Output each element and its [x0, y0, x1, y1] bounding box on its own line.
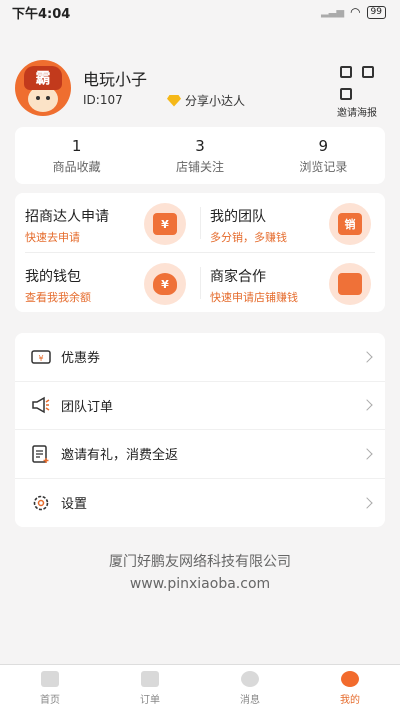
feature-title: 商家合作 — [210, 269, 266, 285]
divider — [200, 267, 201, 299]
feature-my-wallet[interactable]: 我的钱包 查看我我余额 ¥ — [15, 253, 200, 312]
menu-item-coupons[interactable]: ¥ 优惠券 — [15, 333, 385, 382]
menu-label: 设置 — [61, 497, 88, 513]
invite-poster-button[interactable]: 邀请海报 — [333, 66, 381, 119]
chevron-right-icon — [361, 497, 373, 509]
tab-orders[interactable]: 订单 — [100, 665, 200, 711]
message-icon — [241, 671, 259, 687]
bottom-tab-bar: 首页 订单 消息 我的 — [0, 664, 400, 711]
tab-messages[interactable]: 消息 — [200, 665, 300, 711]
sales-tag-icon: 销 — [329, 203, 371, 245]
divider — [25, 252, 375, 253]
stat-followed-shops[interactable]: 3 店铺关注 — [138, 127, 261, 184]
user-badge: 分享小达人 — [167, 92, 245, 109]
menu-label: 优惠券 — [61, 351, 101, 367]
stat-label: 商品收藏 — [52, 160, 101, 174]
stat-label: 店铺关注 — [175, 160, 224, 174]
username: 电玩小子 — [83, 70, 148, 89]
diamond-icon — [167, 94, 181, 107]
gear-icon — [31, 493, 51, 513]
menu-label: 邀请有礼，消费全返 — [61, 448, 179, 464]
tab-mine[interactable]: 我的 — [300, 665, 400, 711]
feature-grid: 招商达人申请 快速去申请 ¥ 我的团队 多分销，多赚钱 销 我的钱包 查看我我余… — [15, 193, 385, 312]
signal-icon: ▂▃▅ — [320, 6, 345, 18]
invite-poster-label: 邀请海报 — [337, 108, 377, 119]
company-website[interactable]: www.pinxiaoba.com — [0, 573, 400, 595]
invite-document-icon — [31, 444, 51, 464]
feature-title: 我的团队 — [210, 209, 266, 225]
badge-label: 分享小达人 — [185, 94, 246, 108]
svg-text:¥: ¥ — [38, 354, 43, 363]
stats-card: 1 商品收藏 3 店铺关注 9 浏览记录 — [15, 127, 385, 184]
status-bar: 下午4:04 ▂▃▅ ◠ 99 — [0, 0, 400, 24]
feature-subtitle: 快速去申请 — [25, 231, 80, 244]
stat-count: 1 — [71, 137, 82, 155]
megaphone-icon — [31, 395, 51, 415]
profile-header: 霸 电玩小子 ID:107 分享小达人 邀请海报 — [15, 60, 385, 119]
status-time: 下午4:04 — [12, 6, 71, 22]
avatar-eye-right — [46, 96, 50, 100]
company-name: 厦门好鹏友网络科技有限公司 — [109, 554, 291, 570]
home-icon — [41, 671, 59, 687]
feature-subtitle: 快速申请店铺赚钱 — [210, 291, 298, 304]
qr-code-icon — [340, 66, 374, 100]
tab-label: 订单 — [140, 695, 160, 706]
tab-home[interactable]: 首页 — [0, 665, 100, 711]
feature-merchant-apply[interactable]: 招商达人申请 快速去申请 ¥ — [15, 193, 200, 252]
stat-count: 3 — [195, 137, 205, 155]
tab-label: 首页 — [40, 695, 60, 706]
feature-title: 招商达人申请 — [25, 209, 109, 225]
menu-item-invite-rewards[interactable]: 邀请有礼，消费全返 — [15, 430, 385, 479]
profile-icon — [341, 671, 359, 687]
feature-merchant-cooperation[interactable]: 商家合作 快速申请店铺赚钱 — [200, 253, 385, 312]
stat-label: 浏览记录 — [299, 160, 348, 174]
user-id: ID:107 — [83, 93, 123, 107]
money-bag-icon: ¥ — [144, 263, 186, 305]
tab-label: 消息 — [240, 695, 260, 706]
stat-history[interactable]: 9 浏览记录 — [262, 127, 385, 184]
status-icons: ▂▃▅ ◠ 99 — [321, 5, 386, 19]
company-footer: 厦门好鹏友网络科技有限公司 www.pinxiaoba.com — [0, 551, 400, 595]
divider — [200, 207, 201, 239]
storefront-icon — [329, 263, 371, 305]
feature-subtitle: 多分销，多赚钱 — [210, 231, 287, 244]
chevron-right-icon — [361, 351, 373, 363]
menu-item-settings[interactable]: 设置 — [15, 479, 385, 528]
tab-label: 我的 — [340, 695, 360, 706]
avatar-hat: 霸 — [24, 66, 62, 90]
avatar[interactable]: 霸 — [15, 60, 71, 116]
menu-item-team-orders[interactable]: 团队订单 — [15, 382, 385, 430]
stat-favorites[interactable]: 1 商品收藏 — [15, 127, 138, 184]
wifi-icon: ◠ — [350, 5, 361, 19]
feature-subtitle: 查看我我余额 — [25, 291, 91, 304]
menu-label: 团队订单 — [61, 399, 114, 415]
battery-icon: 99 — [366, 5, 386, 19]
order-icon — [141, 671, 159, 687]
chevron-right-icon — [361, 399, 373, 411]
menu-list: ¥ 优惠券 团队订单 邀请有礼，消费全返 设置 — [15, 333, 385, 527]
yen-ticket-icon: ¥ — [144, 203, 186, 245]
feature-title: 我的钱包 — [25, 269, 81, 285]
feature-my-team[interactable]: 我的团队 多分销，多赚钱 销 — [200, 193, 385, 252]
avatar-eye-left — [36, 96, 40, 100]
chevron-right-icon — [361, 448, 373, 460]
coupon-icon: ¥ — [31, 347, 51, 367]
stat-count: 9 — [318, 137, 329, 155]
